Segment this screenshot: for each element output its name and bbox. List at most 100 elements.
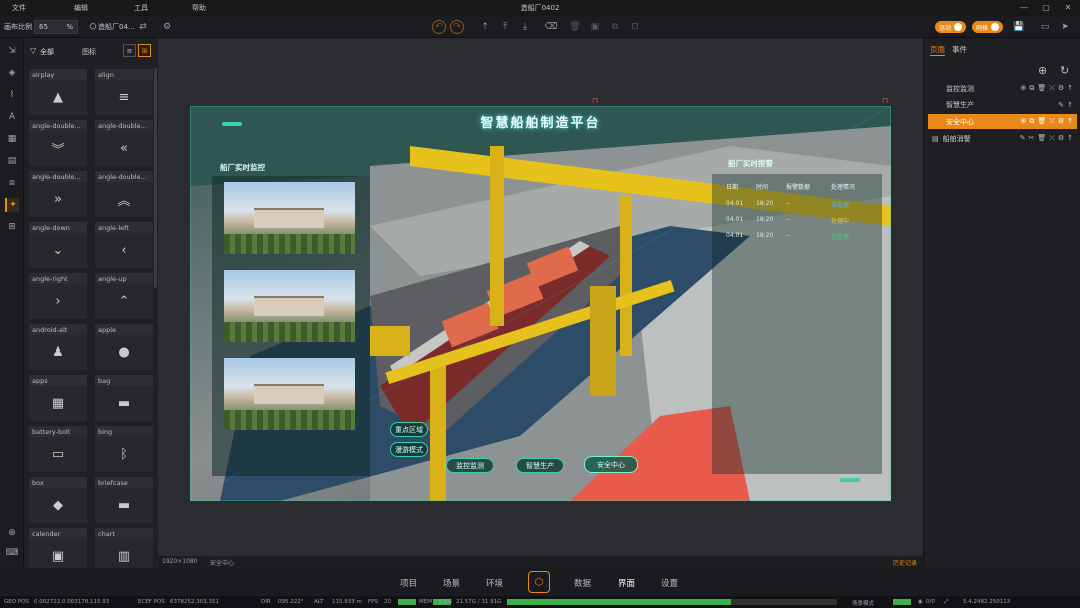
media-icon[interactable]: ▤ <box>5 154 19 168</box>
arrow-up-icon[interactable]: ↑ <box>1067 84 1073 93</box>
component-cell[interactable]: box ◆ <box>29 477 87 523</box>
help-icon[interactable]: ⊕ <box>5 526 19 540</box>
component-cell[interactable]: angle-double... » <box>29 171 87 217</box>
lock-icon[interactable]: ⊡ <box>628 20 642 34</box>
key-area-button[interactable]: 重点区域 <box>390 422 428 437</box>
edit-icon[interactable]: ✎ <box>1020 134 1026 143</box>
trash-icon[interactable]: 🗑 <box>1037 117 1046 126</box>
save-icon[interactable]: 💾 <box>1012 20 1026 34</box>
component-cell[interactable]: battery-bolt ▭ <box>29 426 87 472</box>
fullscreen-icon[interactable]: ⤢ <box>944 599 948 606</box>
icon-library-icon[interactable]: ✦ <box>5 198 19 212</box>
export-icon[interactable]: ⇡ <box>478 20 492 34</box>
canvas-ratio-input[interactable]: 65 % <box>34 20 78 34</box>
copy-icon[interactable]: ⧉ <box>1029 117 1034 126</box>
component-cell[interactable]: angle-double... ︾ <box>29 120 87 166</box>
material-icon[interactable]: ⊞ <box>5 220 19 234</box>
tab-project[interactable]: 项目 <box>400 577 417 589</box>
scrollbar[interactable] <box>154 68 157 288</box>
add-icon[interactable]: ⊕ <box>1020 117 1026 126</box>
tab-data[interactable]: 数据 <box>574 577 591 589</box>
camera-thumbnail[interactable] <box>224 270 355 342</box>
grid-view-icon[interactable]: ⊞ <box>138 44 151 57</box>
gear-icon[interactable]: ⚙ <box>1058 84 1064 93</box>
refresh-icon[interactable]: ↻ <box>1060 64 1069 77</box>
arrow-up-icon[interactable]: ↑ <box>1067 134 1073 143</box>
component-cell[interactable]: apps ▦ <box>29 375 87 421</box>
component-cell[interactable]: angle-down ⌄ <box>29 222 87 268</box>
scene-preview[interactable]: 智慧船舶制造平台 船厂实时监控 重点区域 漫游模式 船厂实时报警 日期 时间 报… <box>190 106 891 501</box>
menu-edit[interactable]: 编辑 <box>62 3 102 13</box>
camera-thumbnail[interactable] <box>224 358 355 430</box>
import-icon[interactable]: ⇲ <box>5 44 19 58</box>
ungroup-icon[interactable]: ⧉ <box>608 20 622 34</box>
tab-settings[interactable]: 设置 <box>661 577 678 589</box>
component-cell[interactable]: angle-right › <box>29 273 87 319</box>
list-view-icon[interactable]: ≡ <box>123 44 136 57</box>
keyboard-icon[interactable]: ⌨ <box>5 546 19 560</box>
edit-icon[interactable]: ✎ <box>1058 101 1064 109</box>
maximize-icon[interactable]: ▢ <box>1040 2 1052 13</box>
menu-help[interactable]: 帮助 <box>180 3 220 13</box>
trash-icon[interactable]: 🗑 <box>1037 84 1046 93</box>
minimize-icon[interactable]: — <box>1018 2 1030 13</box>
filter-all-label[interactable]: 全部 <box>40 47 54 57</box>
nav-safety-button[interactable]: 安全中心 <box>584 456 638 473</box>
component-cell[interactable]: calender ▣ <box>29 528 87 568</box>
grid-toggle[interactable]: 网格 <box>972 21 1004 33</box>
download-icon[interactable]: ⤓ <box>518 20 532 34</box>
component-cell[interactable]: angle-double... ︽ <box>95 171 153 217</box>
tab-scene[interactable]: 场景 <box>443 577 460 589</box>
page-item[interactable]: ▤ 船舶消警 ✎ ✂ 🗑 ⤫ ⚙ ↑ <box>928 131 1077 146</box>
table-icon[interactable]: ▦ <box>5 132 19 146</box>
component-icon[interactable]: ⧈ <box>5 176 19 190</box>
component-cell[interactable]: angle-left ‹ <box>95 222 153 268</box>
arrow-up-icon[interactable]: ↑ <box>1067 117 1073 126</box>
project-name[interactable]: 造船厂04... <box>98 22 135 32</box>
scissors-icon[interactable]: ✂ <box>1028 134 1034 143</box>
trash-icon[interactable]: 🗑 <box>1037 134 1046 143</box>
upload-icon[interactable]: ⤒ <box>498 20 512 34</box>
tab-pages[interactable]: 页面 <box>930 44 945 56</box>
redo-icon[interactable]: ↷ <box>450 20 464 34</box>
text-icon[interactable]: A <box>5 110 19 124</box>
tab-environment[interactable]: 环境 <box>486 577 503 589</box>
component-cell[interactable]: briefcase ▬ <box>95 477 153 523</box>
roam-mode-button[interactable]: 漫游模式 <box>390 442 428 457</box>
camera-thumbnail[interactable] <box>224 182 355 254</box>
page-item-selected[interactable]: 安全中心 ⊕ ⧉ 🗑 ⤫ ⚙ ↑ <box>928 114 1077 129</box>
tab-events[interactable]: 事件 <box>952 44 967 55</box>
filter-icon[interactable]: ▽ <box>30 46 36 55</box>
add-page-icon[interactable]: ⊕ <box>1038 64 1047 77</box>
component-cell[interactable]: chart ▥ <box>95 528 153 568</box>
component-cell[interactable]: bag ▬ <box>95 375 153 421</box>
publish-icon[interactable]: ➤ <box>1058 20 1072 34</box>
motion-toggle[interactable]: 运动 <box>935 21 967 33</box>
group-icon[interactable]: ▣ <box>588 20 602 34</box>
preview-icon[interactable]: ▭ <box>1038 20 1052 34</box>
nav-monitor-button[interactable]: 监控监测 <box>446 458 494 473</box>
gear-icon[interactable]: ⚙ <box>1058 134 1064 143</box>
component-cell[interactable]: align ≡ <box>95 69 153 115</box>
line-chart-icon[interactable]: ⌇ <box>5 88 19 102</box>
component-cell[interactable]: bing ᛒ <box>95 426 153 472</box>
clear-icon[interactable]: ⌫ <box>544 20 558 34</box>
arrow-up-icon[interactable]: ↑ <box>1067 101 1073 109</box>
app-logo-icon[interactable]: ⬡ <box>528 571 550 593</box>
gear-icon[interactable]: ⚙ <box>1058 117 1064 126</box>
menu-tools[interactable]: 工具 <box>122 3 162 13</box>
close-icon[interactable]: ✕ <box>1062 2 1074 13</box>
copy-icon[interactable]: ⧉ <box>1029 84 1034 93</box>
link-icon[interactable]: ⤫ <box>1049 134 1055 143</box>
swap-icon[interactable]: ⇄ <box>136 20 150 34</box>
delete-icon[interactable]: 🗑 <box>568 20 582 34</box>
nav-production-button[interactable]: 智慧生产 <box>516 458 564 473</box>
history-button[interactable]: 历史记录 <box>893 558 917 567</box>
component-cell[interactable]: angle-double... « <box>95 120 153 166</box>
component-cell[interactable]: airplay ▲ <box>29 69 87 115</box>
undo-icon[interactable]: ↶ <box>432 20 446 34</box>
component-cell[interactable]: android-alt ♟ <box>29 324 87 370</box>
settings-icon[interactable]: ⚙ <box>160 20 174 34</box>
page-item[interactable]: 智慧生产 ✎ ↑ <box>928 97 1077 112</box>
menu-file[interactable]: 文件 <box>0 3 40 13</box>
